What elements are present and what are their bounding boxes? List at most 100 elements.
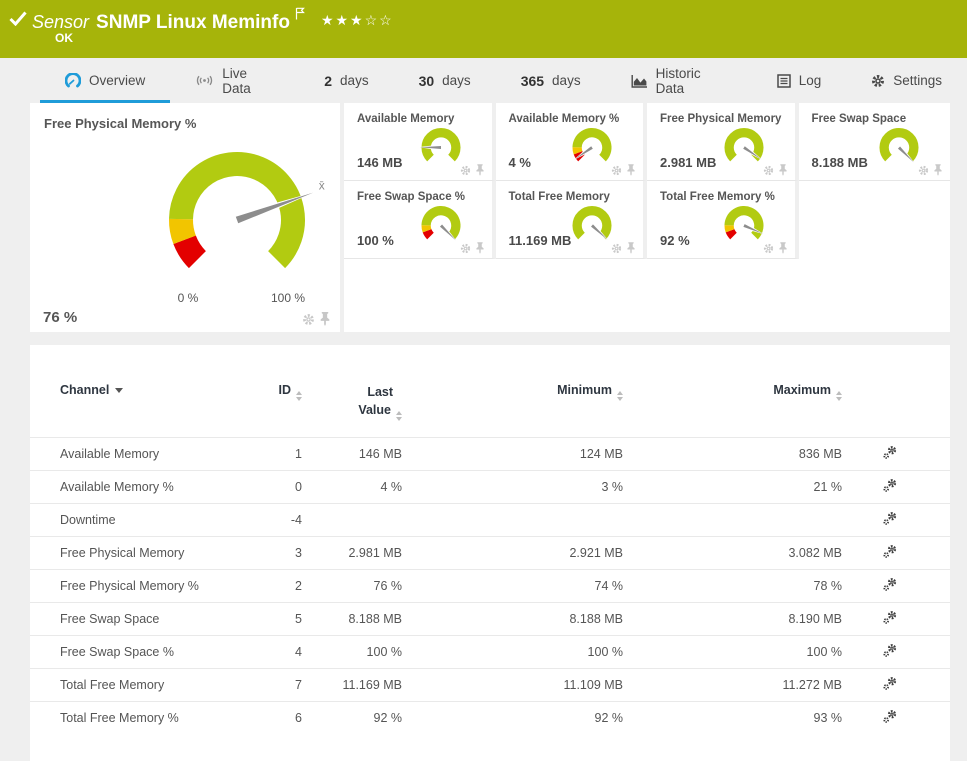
pin-icon[interactable] xyxy=(778,164,787,176)
channel-settings-icon[interactable] xyxy=(882,478,898,494)
gauge-tile: Available Memory % 4 % xyxy=(495,103,647,181)
column-header-maximum[interactable]: Maximum xyxy=(623,377,842,438)
channel-settings-icon[interactable] xyxy=(882,643,898,659)
channel-id: 6 xyxy=(255,701,302,735)
priority-flag-icon[interactable] xyxy=(295,7,305,20)
channel-min: 8.188 MB xyxy=(402,602,623,636)
gear-icon[interactable] xyxy=(460,165,471,176)
gauge-scale-max: 100 % xyxy=(270,291,306,305)
table-row[interactable]: Available Memory 1 146 MB 124 MB 836 MB xyxy=(30,437,950,471)
table-row[interactable]: Available Memory % 0 4 % 3 % 21 % xyxy=(30,470,950,504)
tab-365-days[interactable]: 365 days xyxy=(496,58,606,103)
channel-max: 78 % xyxy=(623,569,842,603)
gear-icon[interactable] xyxy=(302,313,315,326)
gauge-value: 8.188 MB xyxy=(811,155,868,170)
channel-id: 4 xyxy=(255,635,302,669)
tab-30-days[interactable]: 30 days xyxy=(394,58,496,103)
gear-icon xyxy=(871,74,885,88)
overview-panel: Free Physical Memory % x̄ 0 % 100 % 76 %… xyxy=(30,103,950,332)
table-row[interactable]: Downtime -4 xyxy=(30,503,950,537)
channel-settings-icon[interactable] xyxy=(882,511,898,527)
pin-icon[interactable] xyxy=(475,164,484,176)
gear-icon[interactable] xyxy=(611,243,622,254)
channel-last: 100 % xyxy=(302,635,402,669)
gauge-value: 11.169 MB xyxy=(508,233,572,248)
channel-table: Channel ID Last Value Minimum Maximum Ava… xyxy=(30,377,950,735)
gauge-tile: Available Memory 146 MB xyxy=(344,103,496,181)
main-gauge-chart: x̄ xyxy=(127,128,347,298)
channel-name: Free Swap Space xyxy=(30,602,255,636)
gauge-value: 4 % xyxy=(508,155,531,170)
table-row[interactable]: Free Swap Space % 4 100 % 100 % 100 % xyxy=(30,635,950,669)
tab-bar: Overview Live Data 2 days 30 days 365 days … xyxy=(0,58,967,103)
column-header-last-value[interactable]: Last Value xyxy=(302,377,402,438)
channel-id: 1 xyxy=(255,437,302,471)
main-gauge-value: 76 % xyxy=(43,309,78,326)
status-check-icon xyxy=(9,11,27,26)
channel-last: 76 % xyxy=(302,569,402,603)
svg-text:x̄: x̄ xyxy=(319,179,325,193)
channel-settings-icon[interactable] xyxy=(882,445,898,461)
gear-icon[interactable] xyxy=(763,243,774,254)
pin-icon[interactable] xyxy=(778,242,787,254)
tab-2-days[interactable]: 2 days xyxy=(299,58,393,103)
channel-name: Total Free Memory % xyxy=(30,701,255,735)
channel-min xyxy=(402,503,623,537)
channel-settings-icon[interactable] xyxy=(882,577,898,593)
channel-max: 100 % xyxy=(623,635,842,669)
channel-id: 2 xyxy=(255,569,302,603)
column-header-id[interactable]: ID xyxy=(255,377,302,438)
sort-icon xyxy=(396,411,402,422)
channel-name: Total Free Memory xyxy=(30,668,255,702)
priority-stars[interactable]: ★★★☆☆ xyxy=(321,12,394,28)
gauge-tile: Total Free Memory % 92 % xyxy=(647,181,799,259)
tab-overview[interactable]: Overview xyxy=(40,58,170,103)
sort-icon xyxy=(617,391,623,401)
gauge-value: 146 MB xyxy=(357,155,403,170)
historic-data-icon xyxy=(631,74,648,88)
gauge-tile: Free Swap Space % 100 % xyxy=(344,181,496,259)
pin-icon[interactable] xyxy=(627,242,635,254)
pin-icon[interactable] xyxy=(627,164,635,176)
tab-historic-data[interactable]: Historic Data xyxy=(606,58,752,103)
gear-icon[interactable] xyxy=(460,243,471,254)
channel-last: 92 % xyxy=(302,701,402,735)
column-header-minimum[interactable]: Minimum xyxy=(402,377,623,438)
channel-last: 4 % xyxy=(302,470,402,504)
sort-desc-icon xyxy=(115,388,124,393)
pin-icon[interactable] xyxy=(934,164,942,176)
pin-icon[interactable] xyxy=(475,242,484,254)
tab-live-data[interactable]: Live Data xyxy=(170,58,299,103)
table-row[interactable]: Total Free Memory % 6 92 % 92 % 93 % xyxy=(30,701,950,735)
channel-max: 93 % xyxy=(623,701,842,735)
channel-last: 2.981 MB xyxy=(302,536,402,570)
channel-settings-icon[interactable] xyxy=(882,709,898,725)
mini-gauge-area: Available Memory 146 MB Available Memory… xyxy=(344,103,950,332)
pin-icon[interactable] xyxy=(320,312,330,326)
table-row[interactable]: Free Swap Space 5 8.188 MB 8.188 MB 8.19… xyxy=(30,602,950,636)
tab-log[interactable]: Log xyxy=(752,58,847,103)
gauge-value: 100 % xyxy=(357,233,394,248)
channel-settings-icon[interactable] xyxy=(882,610,898,626)
table-row[interactable]: Free Physical Memory % 2 76 % 74 % 78 % xyxy=(30,569,950,603)
gauge-tile: Free Physical Memory 2.981 MB xyxy=(647,103,799,181)
log-icon xyxy=(776,73,791,88)
page-title: SNMP Linux Meminfo xyxy=(96,12,290,33)
table-row[interactable]: Total Free Memory 7 11.169 MB 11.109 MB … xyxy=(30,668,950,702)
table-row[interactable]: Free Physical Memory 3 2.981 MB 2.921 MB… xyxy=(30,536,950,570)
channel-min: 100 % xyxy=(402,635,623,669)
gear-icon[interactable] xyxy=(611,165,622,176)
column-header-channel[interactable]: Channel xyxy=(30,377,255,438)
channel-max: 3.082 MB xyxy=(623,536,842,570)
gauge-value: 2.981 MB xyxy=(660,155,717,170)
channel-name: Downtime xyxy=(30,503,255,537)
gauge-scale-min: 0 % xyxy=(177,291,199,305)
gear-icon[interactable] xyxy=(763,165,774,176)
channel-settings-icon[interactable] xyxy=(882,544,898,560)
sort-icon xyxy=(296,391,302,401)
gauge-icon xyxy=(65,72,81,89)
tab-settings[interactable]: Settings xyxy=(846,58,967,103)
channel-id: 0 xyxy=(255,470,302,504)
channel-settings-icon[interactable] xyxy=(882,676,898,692)
gear-icon[interactable] xyxy=(918,165,929,176)
